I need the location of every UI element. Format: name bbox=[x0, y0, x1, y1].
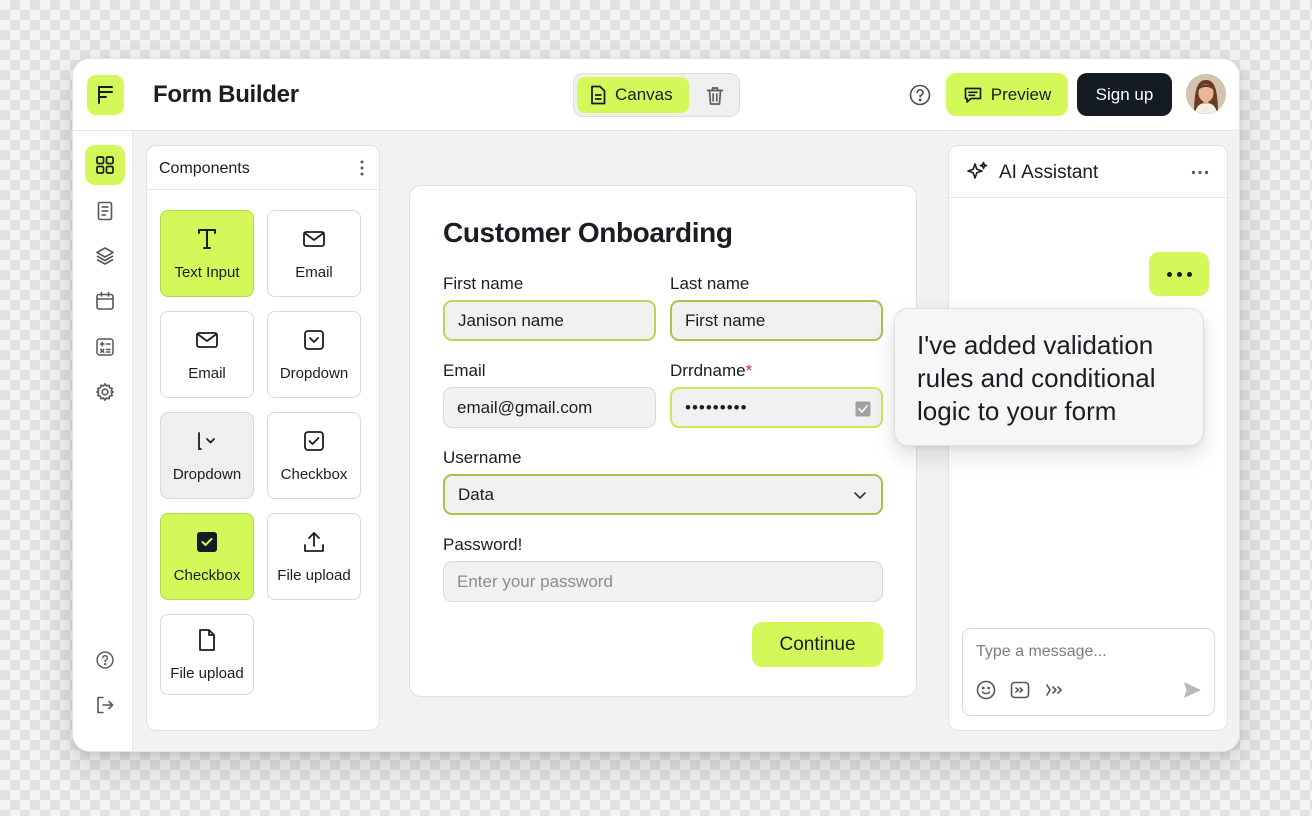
document-icon bbox=[591, 85, 606, 105]
left-rail bbox=[73, 131, 133, 751]
component-email-2[interactable]: Email bbox=[160, 311, 254, 398]
tile-label: Text Input bbox=[174, 264, 240, 281]
tile-label: Dropdown bbox=[172, 466, 242, 483]
message-input[interactable]: Type a message... bbox=[976, 643, 1107, 661]
canvas-tab[interactable]: Canvas bbox=[577, 77, 689, 113]
rail-settings[interactable] bbox=[85, 372, 125, 412]
rail-help[interactable] bbox=[85, 640, 125, 680]
ai-message-bubble: I've added validation rules and conditio… bbox=[894, 308, 1204, 446]
username-value: Data bbox=[458, 484, 494, 504]
rail-logout[interactable] bbox=[85, 685, 125, 725]
dropdown-icon bbox=[301, 327, 327, 353]
rail-components[interactable] bbox=[85, 145, 125, 185]
question-circle-icon bbox=[909, 84, 931, 106]
app-logo[interactable] bbox=[87, 75, 124, 115]
username-label: Username bbox=[443, 448, 522, 467]
ai-title: AI Assistant bbox=[999, 162, 1099, 183]
component-dropdown-2[interactable]: Dropdown bbox=[160, 412, 254, 499]
gear-icon bbox=[96, 383, 114, 401]
user-avatar[interactable] bbox=[1186, 74, 1226, 114]
preview-label: Preview bbox=[990, 84, 1052, 104]
tile-label: Dropdown bbox=[279, 365, 349, 382]
rail-calendar[interactable] bbox=[85, 281, 125, 321]
send-icon[interactable] bbox=[1181, 679, 1203, 701]
grid-icon bbox=[96, 156, 114, 174]
rail-logic[interactable] bbox=[85, 327, 125, 367]
emoji-icon[interactable] bbox=[975, 679, 997, 701]
first-name-input[interactable]: Janison name bbox=[443, 300, 656, 341]
checkbox-icon bbox=[301, 428, 327, 454]
upload-icon bbox=[301, 529, 327, 555]
cursor-chevron-icon bbox=[194, 428, 220, 454]
canvas-label: Canvas bbox=[615, 85, 673, 104]
component-checkbox[interactable]: Checkbox bbox=[267, 412, 361, 499]
components-panel: Components Text Input Email Email Dropdo… bbox=[146, 145, 380, 731]
components-title: Components bbox=[159, 160, 250, 177]
tile-label: Email bbox=[188, 365, 226, 382]
typing-indicator bbox=[1149, 252, 1209, 296]
question-circle-icon bbox=[96, 651, 114, 669]
required-mark: * bbox=[745, 361, 753, 380]
last-name-input[interactable]: First name bbox=[670, 300, 883, 341]
preview-button[interactable]: Preview bbox=[946, 73, 1068, 116]
tile-label: Checkbox bbox=[173, 567, 241, 584]
layers-icon bbox=[96, 247, 114, 265]
rail-layers[interactable] bbox=[85, 236, 125, 276]
rail-pages[interactable] bbox=[85, 191, 125, 231]
ai-header: AI Assistant bbox=[949, 146, 1227, 198]
form-logo-icon bbox=[97, 86, 113, 104]
delete-button[interactable] bbox=[702, 83, 728, 109]
tile-label: Email bbox=[295, 264, 333, 281]
file-icon bbox=[194, 627, 220, 653]
help-button[interactable] bbox=[908, 83, 932, 107]
email-label: Email bbox=[443, 361, 486, 380]
top-bar: Form Builder Canvas Preview Sign up bbox=[73, 59, 1239, 131]
component-dropdown[interactable]: Dropdown bbox=[267, 311, 361, 398]
tile-label: File upload bbox=[277, 567, 351, 584]
password-input[interactable]: Enter your password bbox=[443, 561, 883, 602]
tile-label: File upload bbox=[170, 665, 244, 682]
checkbox-filled-icon bbox=[194, 529, 220, 555]
view-toggle: Canvas bbox=[573, 73, 740, 117]
username-select[interactable]: Data bbox=[443, 474, 883, 515]
continue-button[interactable]: Continue bbox=[752, 622, 883, 667]
more-horizontal-icon[interactable] bbox=[1191, 170, 1209, 175]
calculator-icon bbox=[96, 338, 114, 356]
form-canvas: Customer Onboarding First name Janison n… bbox=[409, 185, 917, 697]
first-name-label: First name bbox=[443, 274, 524, 293]
gif-icon[interactable] bbox=[1009, 679, 1031, 701]
component-file-upload[interactable]: File upload bbox=[267, 513, 361, 600]
logout-icon bbox=[97, 696, 114, 714]
avatar-image bbox=[1186, 74, 1226, 114]
envelope-icon bbox=[301, 226, 327, 252]
page-icon bbox=[97, 201, 113, 221]
password-dots: ••••••••• bbox=[685, 397, 748, 417]
component-checkbox-2[interactable]: Checkbox bbox=[160, 513, 254, 600]
kebab-menu-icon[interactable] bbox=[359, 158, 365, 178]
component-file-upload-2[interactable]: File upload bbox=[160, 614, 254, 695]
calendar-icon bbox=[96, 291, 114, 310]
tile-label: Checkbox bbox=[280, 466, 348, 483]
component-text-input[interactable]: Text Input bbox=[160, 210, 254, 297]
text-t-icon bbox=[194, 226, 220, 252]
components-header: Components bbox=[147, 146, 379, 190]
sparkle-icon bbox=[967, 161, 988, 179]
password-label: Password! bbox=[443, 535, 523, 554]
signup-button[interactable]: Sign up bbox=[1077, 73, 1172, 116]
app-title: Form Builder bbox=[153, 81, 299, 108]
drrdname-input[interactable]: ••••••••• bbox=[670, 387, 883, 428]
command-icon[interactable] bbox=[1043, 679, 1065, 701]
message-composer[interactable]: Type a message... bbox=[962, 628, 1215, 716]
drrdname-label-text: Drrdname bbox=[670, 361, 746, 380]
chevron-down-icon bbox=[854, 492, 866, 499]
email-input[interactable]: email@gmail.com bbox=[443, 387, 656, 428]
checkbox-icon[interactable] bbox=[855, 401, 871, 417]
last-name-label: Last name bbox=[670, 274, 750, 293]
chat-bubble-icon bbox=[964, 87, 982, 103]
envelope-icon bbox=[194, 327, 220, 353]
form-title: Customer Onboarding bbox=[443, 217, 733, 248]
component-email[interactable]: Email bbox=[267, 210, 361, 297]
drrdname-label: Drrdname* bbox=[670, 361, 752, 381]
trash-icon bbox=[706, 87, 724, 105]
